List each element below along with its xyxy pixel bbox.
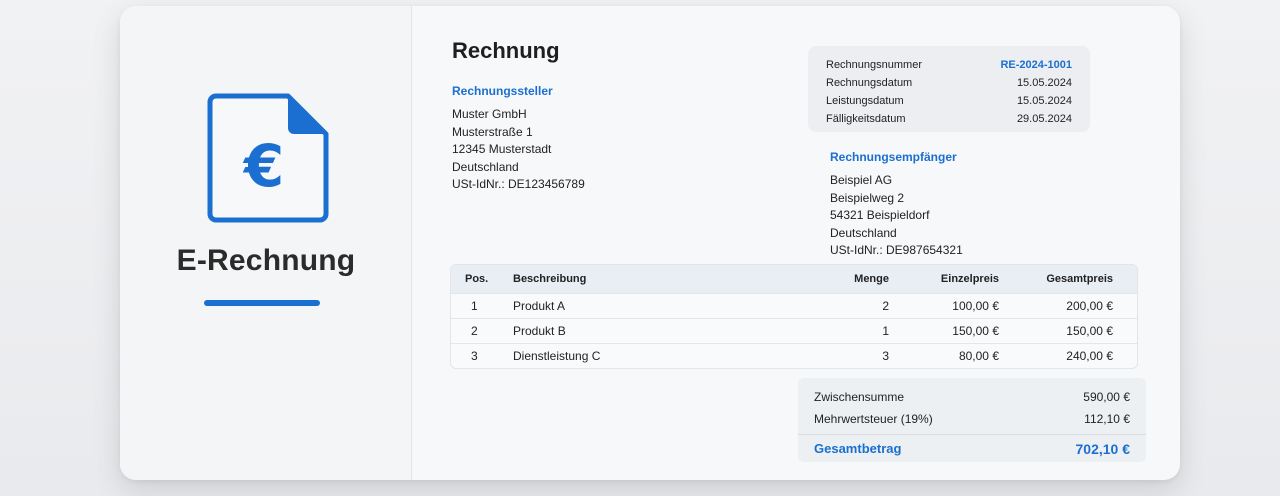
col-unit: Einzelpreis bbox=[940, 273, 999, 285]
recipient-line: 54321 Beispieldorf bbox=[830, 208, 930, 222]
table-row: 3 Dienstleistung C 3 80,00 € 240,00 € bbox=[451, 343, 1137, 368]
grand-total-value: 702,10 € bbox=[1075, 441, 1131, 457]
recipient-line: USt-IdNr.: DE987654321 bbox=[830, 243, 963, 257]
table-row: 1 Produkt A 2 100,00 € 200,00 € bbox=[451, 293, 1137, 318]
line-items-table: Pos. Beschreibung Menge Einzelpreis Gesa… bbox=[450, 264, 1138, 369]
cell-qty: 1 bbox=[882, 324, 889, 338]
cell-unit: 100,00 € bbox=[952, 299, 999, 313]
meta-row-number: Rechnungsnummer RE-2024-1001 bbox=[826, 56, 1072, 74]
totals-box: Zwischensumme 590,00 € Mehrwertsteuer (1… bbox=[798, 378, 1146, 462]
subtotal-row: Zwischensumme 590,00 € bbox=[814, 386, 1130, 408]
cell-total: 150,00 € bbox=[1066, 324, 1113, 338]
invoice-meta-box: Rechnungsnummer RE-2024-1001 Rechnungsda… bbox=[808, 46, 1090, 132]
meta-label: Rechnungsdatum bbox=[826, 77, 913, 89]
col-desc: Beschreibung bbox=[513, 273, 587, 285]
invoice-card: € E-Rechnung Rechnung Rechnungssteller M… bbox=[120, 6, 1180, 480]
vat-value: 112,10 € bbox=[1084, 412, 1130, 426]
cell-total: 240,00 € bbox=[1066, 349, 1113, 363]
cell-pos: 3 bbox=[471, 349, 478, 363]
meta-row-due-date: Fälligkeitsdatum 29.05.2024 bbox=[826, 110, 1072, 128]
cell-pos: 2 bbox=[471, 324, 478, 338]
euro-document-icon: € bbox=[207, 93, 329, 223]
seller-heading: Rechnungssteller bbox=[452, 84, 553, 98]
meta-label: Leistungsdatum bbox=[826, 95, 904, 107]
seller-line: 12345 Musterstadt bbox=[452, 142, 552, 156]
col-qty: Menge bbox=[854, 273, 889, 285]
cell-qty: 3 bbox=[882, 349, 889, 363]
recipient-line: Beispiel AG bbox=[830, 173, 893, 187]
recipient-heading: Rechnungsempfänger bbox=[830, 150, 957, 164]
meta-label: Rechnungsnummer bbox=[826, 59, 922, 71]
page-title: Rechnung bbox=[452, 38, 560, 63]
cell-qty: 2 bbox=[882, 299, 889, 313]
seller-line: Deutschland bbox=[452, 159, 519, 174]
cell-pos: 1 bbox=[471, 299, 478, 313]
col-pos: Pos. bbox=[465, 273, 489, 285]
subtotal-value: 590,00 € bbox=[1083, 390, 1130, 404]
meta-row-service-date: Leistungsdatum 15.05.2024 bbox=[826, 92, 1072, 110]
invoice-number: RE-2024-1001 bbox=[1000, 59, 1072, 71]
seller-line: Muster GmbH bbox=[452, 107, 527, 121]
meta-label: Fälligkeitsdatum bbox=[826, 113, 906, 125]
subtotal-label: Zwischensumme bbox=[814, 390, 905, 404]
vat-label: Mehrwertsteuer (19%) bbox=[814, 412, 933, 426]
seller-block: Rechnungssteller Muster GmbH Musterstraß… bbox=[452, 84, 585, 194]
grand-total-label: Gesamtbetrag bbox=[814, 441, 902, 456]
seller-line: Musterstraße 1 bbox=[452, 124, 533, 139]
table-row: 2 Produkt B 1 150,00 € 150,00 € bbox=[451, 318, 1137, 343]
table-header: Pos. Beschreibung Menge Einzelpreis Gesa… bbox=[451, 265, 1137, 293]
grand-total-row: Gesamtbetrag 702,10 € bbox=[814, 435, 1130, 463]
recipient-block: Rechnungsempfänger Beispiel AG Beispielw… bbox=[830, 150, 963, 260]
recipient-line: Beispielweg 2 bbox=[830, 190, 905, 205]
brand-underline bbox=[204, 300, 320, 306]
cell-desc: Dienstleistung C bbox=[513, 349, 601, 363]
col-total: Gesamtpreis bbox=[1046, 273, 1113, 285]
recipient-line: Deutschland bbox=[830, 225, 897, 240]
svg-text:€: € bbox=[242, 132, 284, 200]
cell-unit: 150,00 € bbox=[952, 324, 999, 338]
invoice-body: Rechnung Rechnungssteller Muster GmbH Mu… bbox=[412, 6, 1180, 480]
cell-unit: 80,00 € bbox=[958, 349, 999, 363]
cell-desc: Produkt A bbox=[513, 299, 566, 313]
seller-line: USt-IdNr.: DE123456789 bbox=[452, 177, 585, 191]
vat-row: Mehrwertsteuer (19%) 112,10 € bbox=[814, 408, 1130, 430]
cell-total: 200,00 € bbox=[1066, 299, 1113, 313]
meta-value: 29.05.2024 bbox=[1016, 113, 1072, 125]
meta-value: 15.05.2024 bbox=[1016, 77, 1072, 89]
meta-row-date: Rechnungsdatum 15.05.2024 bbox=[826, 74, 1072, 92]
cell-desc: Produkt B bbox=[513, 324, 566, 338]
meta-value: 15.05.2024 bbox=[1016, 95, 1072, 107]
brand-title: E-Rechnung bbox=[176, 244, 356, 277]
brand-panel: € E-Rechnung bbox=[120, 6, 412, 480]
